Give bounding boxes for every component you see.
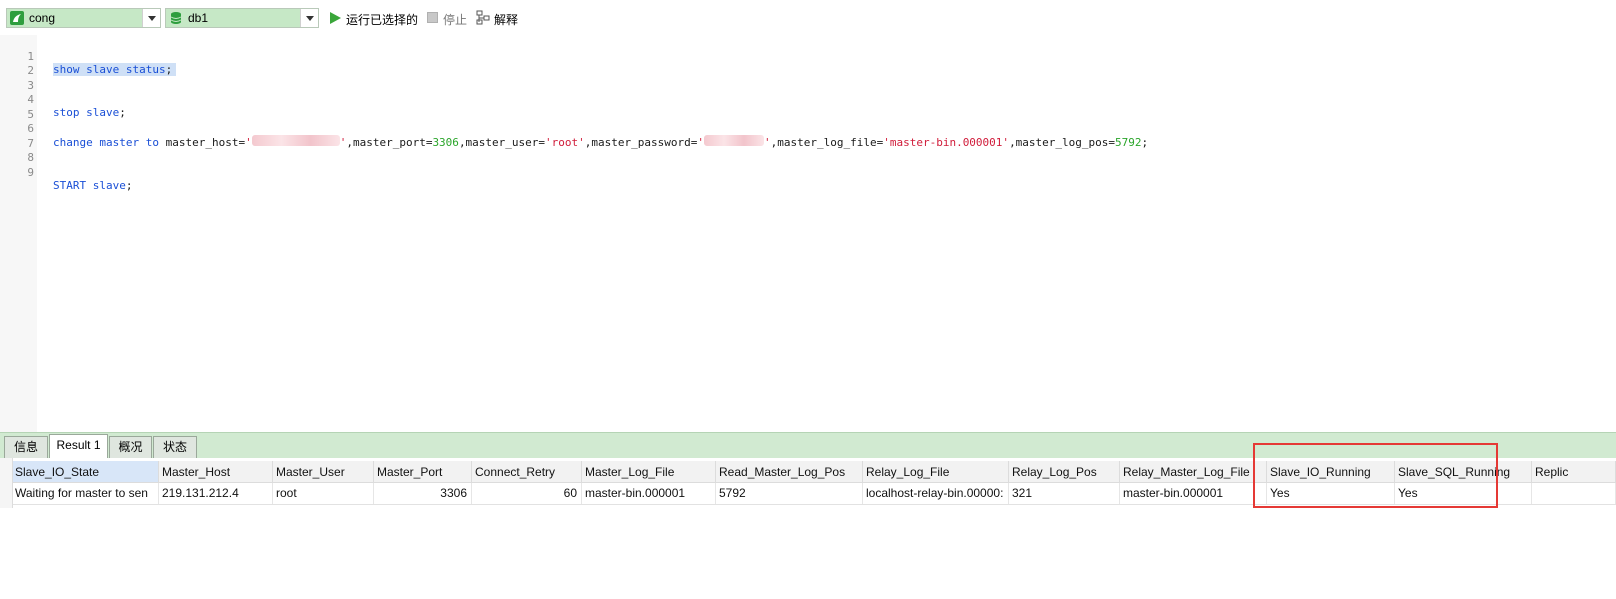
database-name: db1 (188, 11, 209, 25)
database-icon (170, 12, 182, 24)
editor-line-7[interactable]: 7 (0, 124, 34, 150)
toolbar: cong db1 运行已选择的 停止 解释 (0, 0, 1616, 35)
column-header[interactable]: Relay_Log_Pos (1009, 461, 1120, 482)
table-cell[interactable]: 321 (1009, 483, 1120, 504)
keyword: show (53, 63, 80, 76)
punctuation: ; (165, 63, 173, 76)
tab-profile[interactable]: 概况 (109, 436, 152, 458)
connection-select[interactable]: cong (6, 8, 161, 28)
editor-line-6[interactable]: 6 change master to master_host=' ',master… (0, 109, 1148, 149)
column-header[interactable]: Master_Log_File (582, 461, 716, 482)
punctuation: ; (119, 106, 126, 119)
chevron-down-icon[interactable] (142, 9, 160, 27)
database-select[interactable]: db1 (165, 8, 319, 28)
keyword: START (53, 179, 87, 192)
string-literal: 'master-bin.000001' (883, 136, 1010, 149)
string-quote: ' (245, 136, 252, 149)
row-header-strip (0, 458, 13, 508)
editor-line-1[interactable]: 1 show slave status; (0, 37, 177, 76)
table-cell[interactable]: master-bin.000001 (582, 483, 716, 504)
stop-icon (427, 12, 438, 23)
code-text: stop slave; (53, 106, 126, 119)
table-cell[interactable]: master-bin.000001 (1120, 483, 1267, 504)
keyword: slave (86, 63, 120, 76)
explain-button[interactable]: 解释 (476, 10, 526, 27)
code-text: START slave; (53, 179, 133, 192)
identifier: master_host= (159, 136, 246, 149)
tab-status[interactable]: 状态 (153, 436, 197, 458)
table-cell[interactable]: 5792 (716, 483, 863, 504)
column-header[interactable]: Master_Host (159, 461, 273, 482)
run-selected-label: 运行已选择的 (346, 13, 419, 27)
explain-icon (476, 10, 490, 25)
column-header[interactable]: Connect_Retry (472, 461, 582, 482)
code-text: change master to master_host=' ',master_p… (53, 135, 1148, 149)
keyword: change (53, 136, 93, 149)
column-header[interactable]: Read_Master_Log_Pos (716, 461, 863, 482)
identifier: ,master_log_pos= (1009, 136, 1116, 149)
keyword: master (99, 136, 140, 149)
table-cell[interactable] (1532, 483, 1616, 504)
keyword: stop (53, 106, 80, 119)
identifier: ,master_user= (458, 136, 546, 149)
chevron-down-icon[interactable] (300, 9, 318, 27)
keyword: slave (92, 179, 126, 192)
line-number: 9 (27, 166, 34, 179)
string-literal: 'root' (545, 136, 585, 149)
identifier: ,master_password= (584, 136, 698, 149)
connection-icon (10, 11, 24, 25)
identifier: ,master_log_file= (770, 136, 884, 149)
table-cell[interactable]: localhost-relay-bin.00000: (863, 483, 1009, 504)
column-header[interactable]: Master_Port (374, 461, 472, 482)
play-icon (330, 12, 341, 24)
tab-info[interactable]: 信息 (4, 436, 48, 458)
table-cell[interactable]: 3306 (374, 483, 472, 504)
keyword: slave (86, 106, 120, 119)
editor-line-5[interactable]: 5 (0, 95, 34, 121)
column-header[interactable]: Slave_IO_State (12, 461, 159, 482)
redacted-host (251, 135, 340, 146)
table-cell[interactable]: root (273, 483, 374, 504)
column-header[interactable]: Replic (1532, 461, 1616, 482)
annotation-highlight-box (1253, 443, 1498, 508)
column-header[interactable]: Master_User (273, 461, 374, 482)
number-literal: 5792 (1115, 136, 1142, 149)
run-selected-button[interactable]: 运行已选择的 (328, 10, 420, 27)
column-header[interactable]: Relay_Master_Log_File (1120, 461, 1267, 482)
editor-line-9[interactable]: 9 START slave; (0, 153, 132, 192)
stop-label: 停止 (443, 13, 468, 27)
table-cell[interactable]: Waiting for master to sen (12, 483, 159, 504)
editor-line-2[interactable]: 2 (0, 51, 34, 77)
redacted-password (704, 135, 764, 146)
keyword: to (145, 136, 159, 149)
tab-result-1[interactable]: Result 1 (49, 434, 108, 458)
editor-line-4[interactable]: 4 stop slave; (0, 80, 126, 119)
connection-name: cong (29, 11, 56, 25)
column-header[interactable]: Relay_Log_File (863, 461, 1009, 482)
explain-label: 解释 (494, 13, 519, 27)
code-text: show slave status; (53, 63, 177, 76)
punctuation: ; (1141, 136, 1149, 149)
string-quote: ' (764, 136, 771, 149)
number-literal: 3306 (432, 136, 459, 149)
table-cell[interactable]: 219.131.212.4 (159, 483, 273, 504)
stop-button[interactable]: 停止 (425, 10, 471, 27)
editor-line-3[interactable]: 3 (0, 66, 34, 92)
keyword: status (125, 63, 166, 76)
punctuation: ; (125, 179, 133, 192)
editor-line-8[interactable]: 8 (0, 138, 34, 164)
table-cell[interactable]: 60 (472, 483, 582, 504)
identifier: ,master_port= (346, 136, 433, 149)
sql-editor[interactable]: 1 show slave status; 2 3 4 stop slave; 5… (0, 35, 1616, 432)
string-quote: ' (697, 136, 704, 149)
